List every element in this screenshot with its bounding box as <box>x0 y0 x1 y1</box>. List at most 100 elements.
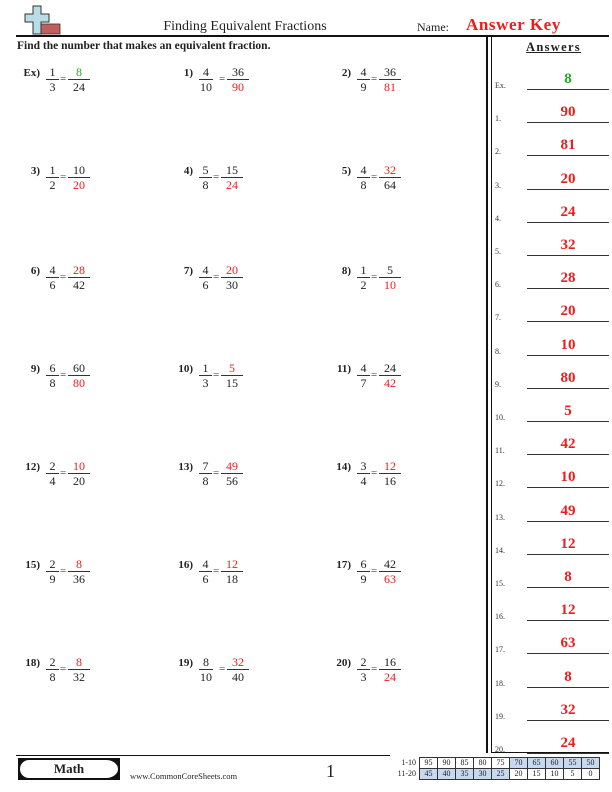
problem-number: 16) <box>178 559 193 571</box>
problem-number: 17) <box>336 559 351 571</box>
denominator: 3 <box>357 669 370 684</box>
equals-sign: = <box>60 73 67 85</box>
answer-denominator: 20 <box>68 177 90 192</box>
numerator: 8 <box>203 655 209 669</box>
equals-sign: = <box>60 271 67 283</box>
given-fraction: 12 <box>357 263 370 292</box>
answer-denominator: 24 <box>379 669 401 684</box>
score-cell: 5 <box>563 768 582 780</box>
answer-row: 5. 32 <box>495 236 612 256</box>
name-label: Name: <box>417 20 449 34</box>
numerator: 10 <box>73 163 85 177</box>
answer-row: 15. 8 <box>495 568 612 588</box>
answer-value: 24 <box>560 203 576 220</box>
website-link[interactable]: www.CommonCoreSheets.com <box>130 771 237 781</box>
equivalent-fraction: 32 64 <box>379 163 401 192</box>
equivalent-fraction: 15 24 <box>221 163 243 192</box>
equals-sign: = <box>213 271 220 283</box>
given-fraction: 78 <box>199 459 212 488</box>
answer-label: 14. <box>495 545 505 555</box>
answer-row: 2. 81 <box>495 136 612 157</box>
denominator: 56 <box>221 473 243 488</box>
answer-denominator: 81 <box>379 79 401 94</box>
denominator: 8 <box>199 177 212 192</box>
denominator: 9 <box>357 571 370 586</box>
denominator: 32 <box>68 669 90 684</box>
equivalent-fraction: 5 10 <box>379 263 401 292</box>
numerator: 1 <box>360 263 367 277</box>
footer-divider-right <box>492 752 609 753</box>
denominator: 18 <box>221 571 243 586</box>
score-cell: 35 <box>455 768 474 780</box>
problem-number: 5) <box>341 165 351 177</box>
problem-number: Ex) <box>23 67 41 79</box>
answer-blank-line <box>527 387 609 389</box>
problem-item: 6) 4 6 = 28 42 <box>18 263 128 303</box>
answer-label: 3. <box>495 180 501 190</box>
equals-sign: = <box>371 565 378 577</box>
answer-numerator: 8 <box>76 655 82 669</box>
answer-row: 1. 90 <box>495 103 612 124</box>
problem-number: 9) <box>30 363 40 375</box>
score-cell: 90 <box>437 757 456 769</box>
problem-item: 13) 7 8 = 49 56 <box>171 459 281 499</box>
answer-blank-line <box>527 553 609 555</box>
answer-blank-line <box>527 686 609 688</box>
numerator: 5 <box>202 163 209 177</box>
answer-numerator: 8 <box>76 65 82 79</box>
denominator: 24 <box>68 79 90 94</box>
score-cell: 30 <box>473 768 492 780</box>
given-fraction: 12 <box>46 163 59 192</box>
numerator: 4 <box>360 361 367 375</box>
equals-sign: = <box>219 663 226 675</box>
problem-item: 3) 1 2 = 10 20 <box>18 163 128 203</box>
equivalent-fraction: 12 16 <box>379 459 401 488</box>
answer-value: 20 <box>560 170 576 187</box>
answer-row: 19. 32 <box>495 701 612 721</box>
answer-row: 18. 8 <box>495 668 612 688</box>
answer-value: 32 <box>560 237 576 253</box>
numerator: 5 <box>387 263 393 277</box>
denominator: 2 <box>357 277 370 292</box>
page-number: 1 <box>326 761 335 781</box>
answer-numerator: 5 <box>229 361 235 375</box>
answer-blank-line <box>527 188 609 190</box>
problem-item: 15) 2 9 = 8 36 <box>18 557 128 597</box>
equals-sign: = <box>60 171 67 183</box>
problem-number: 12) <box>25 461 40 473</box>
answer-denominator: 10 <box>379 277 401 292</box>
denominator: 20 <box>68 473 90 488</box>
answer-row-example: Ex. 8 <box>495 70 612 90</box>
numerator: 7 <box>202 459 209 473</box>
equals-sign: = <box>371 73 378 85</box>
score-row-label: 11-20 <box>397 769 416 778</box>
equals-sign: = <box>60 467 67 479</box>
problem-item: 7) 4 6 = 20 30 <box>171 263 281 303</box>
answer-row: 17. 63 <box>495 634 612 655</box>
answer-numerator: 12 <box>384 459 396 473</box>
answer-value: 42 <box>560 436 576 453</box>
equals-sign: = <box>219 73 226 85</box>
answer-denominator: 90 <box>227 79 249 94</box>
answer-value: 8 <box>564 668 572 685</box>
answer-value: 10 <box>560 336 576 353</box>
answer-value: 12 <box>560 535 576 552</box>
score-cell: 75 <box>491 757 510 769</box>
denominator: 30 <box>221 277 243 292</box>
answer-numerator: 49 <box>226 459 238 473</box>
answer-label: 2. <box>495 147 501 157</box>
equivalent-fraction: 8 32 <box>68 655 90 684</box>
numerator: 4 <box>360 163 367 177</box>
equivalent-fraction: 42 63 <box>379 557 401 586</box>
answer-numerator: 20 <box>226 263 238 277</box>
denominator: 6 <box>199 571 212 586</box>
score-cell: 45 <box>419 768 438 780</box>
problem-item: 17) 6 9 = 42 63 <box>329 557 439 597</box>
given-fraction: 49 <box>357 65 370 94</box>
answer-row: 16. 12 <box>495 601 612 622</box>
score-table: 1-10 95 90 85 80 75 70 65 60 55 50 11-20 45 40 35 30 25 2… <box>392 757 600 780</box>
denominator: 40 <box>227 669 249 684</box>
equivalent-fraction: 36 90 <box>227 65 249 94</box>
equals-sign: = <box>371 369 378 381</box>
score-cell: 25 <box>491 768 510 780</box>
